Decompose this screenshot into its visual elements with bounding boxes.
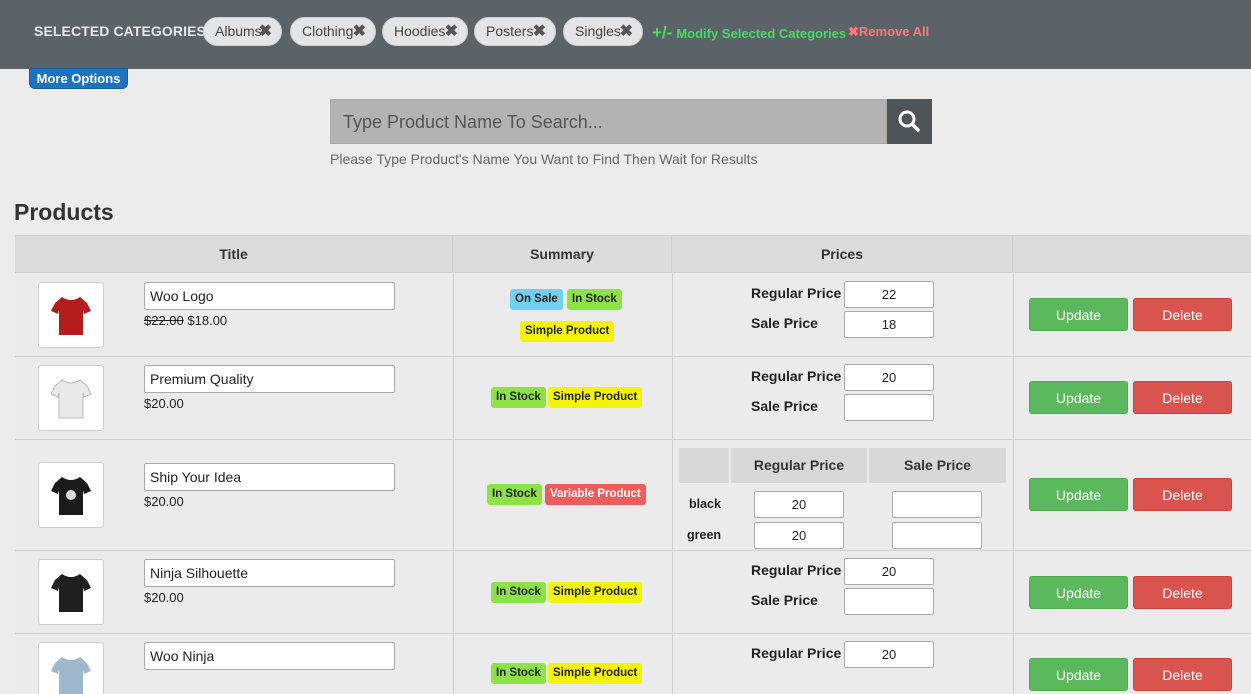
product-price: $22.00 $18.00	[144, 313, 227, 328]
page-title: Products	[14, 199, 114, 225]
regular-price-label: Regular Price	[751, 645, 842, 661]
variation-regular-price-field[interactable]: 20	[754, 522, 844, 549]
product-price: $20.00	[144, 494, 184, 509]
delete-button[interactable]: Delete	[1133, 658, 1232, 691]
tshirt-icon	[51, 657, 91, 694]
old-price: $22.00	[144, 313, 184, 328]
variation-sale-header: Sale Price	[869, 448, 1006, 483]
sale-price-label: Sale Price	[751, 398, 818, 414]
variation-label: green	[687, 528, 722, 542]
variation-sale-price-field[interactable]	[892, 491, 982, 518]
search-input[interactable]: Type Product Name To Search...	[330, 99, 887, 144]
category-chip-singles[interactable]: Singles ✖	[563, 17, 643, 46]
variation-regular-price-field[interactable]: 20	[754, 491, 844, 518]
update-button[interactable]: Update	[1029, 576, 1128, 609]
regular-price-label: Regular Price	[751, 562, 842, 578]
product-thumbnail	[38, 365, 104, 431]
product-thumbnail	[38, 282, 104, 348]
modify-categories-label: Modify Selected Categories	[676, 26, 847, 41]
variation-label: black	[689, 497, 721, 511]
variation-sale-price-field[interactable]	[892, 522, 982, 549]
product-price: $20.00	[144, 396, 184, 411]
close-icon[interactable]: ✖	[445, 18, 458, 45]
chip-label: Posters	[486, 23, 534, 39]
selected-categories-label: SELECTED CATEGORIES:	[34, 23, 211, 39]
product-thumbnail	[38, 642, 104, 694]
status-badge: In Stock	[491, 582, 546, 603]
more-options-button[interactable]: More Options	[29, 68, 128, 89]
table-row: Premium Quality $20.00 In Stock Simple P…	[15, 357, 1251, 440]
modify-categories-link[interactable]: +/- Modify Selected Categories	[652, 23, 846, 43]
status-badge: Simple Product	[548, 387, 643, 408]
variation-regular-header: Regular Price	[731, 448, 867, 483]
delete-button[interactable]: Delete	[1133, 298, 1232, 331]
close-icon[interactable]: ✖	[620, 18, 633, 45]
search-hint: Please Type Product's Name You Want to F…	[330, 151, 758, 167]
product-price: $20.00	[144, 590, 184, 605]
delete-button[interactable]: Delete	[1133, 381, 1232, 414]
close-icon[interactable]: ✖	[533, 18, 546, 45]
product-name-field[interactable]: Ship Your Idea	[144, 463, 395, 491]
sale-price-label: Sale Price	[751, 592, 818, 608]
product-thumbnail	[38, 462, 104, 528]
regular-price-field[interactable]: 22	[844, 281, 934, 308]
selected-categories-bar: SELECTED CATEGORIES: Albums ✖ Clothing ✖…	[0, 0, 1251, 69]
table-row: Ship Your Idea $20.00 In Stock Variable …	[15, 440, 1251, 551]
status-badge: Variable Product	[545, 484, 646, 505]
table-row: Ninja Silhouette $20.00 In Stock Simple …	[15, 551, 1251, 634]
status-badge: In Stock	[487, 484, 542, 505]
regular-price-field[interactable]: 20	[844, 558, 934, 585]
status-badge: On Sale	[510, 289, 563, 310]
status-badge: Simple Product	[520, 321, 615, 342]
sale-price-field[interactable]	[844, 588, 934, 615]
sale-price-field[interactable]	[844, 394, 934, 421]
category-chip-albums[interactable]: Albums ✖	[203, 17, 282, 46]
product-name-field[interactable]: Woo Ninja	[144, 642, 395, 670]
current-price: $18.00	[187, 313, 228, 328]
delete-button[interactable]: Delete	[1133, 478, 1232, 511]
update-button[interactable]: Update	[1029, 298, 1128, 331]
status-badge: In Stock	[567, 289, 622, 310]
close-icon[interactable]: ✖	[353, 18, 366, 45]
tshirt-icon	[51, 574, 91, 612]
chip-label: Clothing	[302, 23, 354, 39]
delete-button[interactable]: Delete	[1133, 576, 1232, 609]
status-badge: Simple Product	[548, 582, 643, 603]
category-chip-hoodies[interactable]: Hoodies ✖	[382, 17, 468, 46]
product-name-field[interactable]: Premium Quality	[144, 365, 395, 393]
search-button[interactable]	[887, 99, 932, 144]
header-prices: Prices	[672, 236, 1013, 273]
regular-price-label: Regular Price	[751, 285, 842, 301]
table-row: Woo Logo $22.00 $18.00 On Sale In Stock …	[15, 273, 1251, 357]
update-button[interactable]: Update	[1029, 381, 1128, 414]
chip-label: Hoodies	[394, 23, 446, 39]
regular-price-field[interactable]: 20	[844, 641, 934, 668]
product-thumbnail	[38, 559, 104, 625]
regular-price-label: Regular Price	[751, 368, 842, 384]
chip-label: Singles	[575, 23, 621, 39]
category-chip-posters[interactable]: Posters ✖	[474, 17, 556, 46]
product-name-field[interactable]: Ninja Silhouette	[144, 559, 395, 587]
chip-label: Albums	[215, 23, 262, 39]
header-summary: Summary	[453, 236, 672, 273]
close-icon[interactable]: ✖	[259, 18, 272, 45]
header-actions	[1013, 236, 1251, 273]
sale-price-label: Sale Price	[751, 315, 818, 331]
plus-minus-icon: +/-	[652, 23, 673, 42]
regular-price-field[interactable]: 20	[844, 364, 934, 391]
header-title: Title	[15, 236, 453, 273]
table-header: Title Summary Prices	[15, 235, 1251, 273]
update-button[interactable]: Update	[1029, 478, 1128, 511]
table-row: Woo Ninja In Stock Simple Product Regula…	[15, 634, 1251, 694]
tshirt-icon	[50, 379, 92, 419]
sale-price-field[interactable]: 18	[844, 311, 934, 338]
search-icon	[898, 110, 920, 132]
tshirt-icon	[51, 297, 91, 335]
status-badge: In Stock	[491, 387, 546, 408]
tshirt-icon	[51, 477, 91, 515]
product-name-field[interactable]: Woo Logo	[144, 282, 395, 310]
category-chip-clothing[interactable]: Clothing ✖	[290, 17, 376, 46]
update-button[interactable]: Update	[1029, 658, 1128, 691]
remove-all-link[interactable]: ✖Remove All	[848, 24, 929, 40]
